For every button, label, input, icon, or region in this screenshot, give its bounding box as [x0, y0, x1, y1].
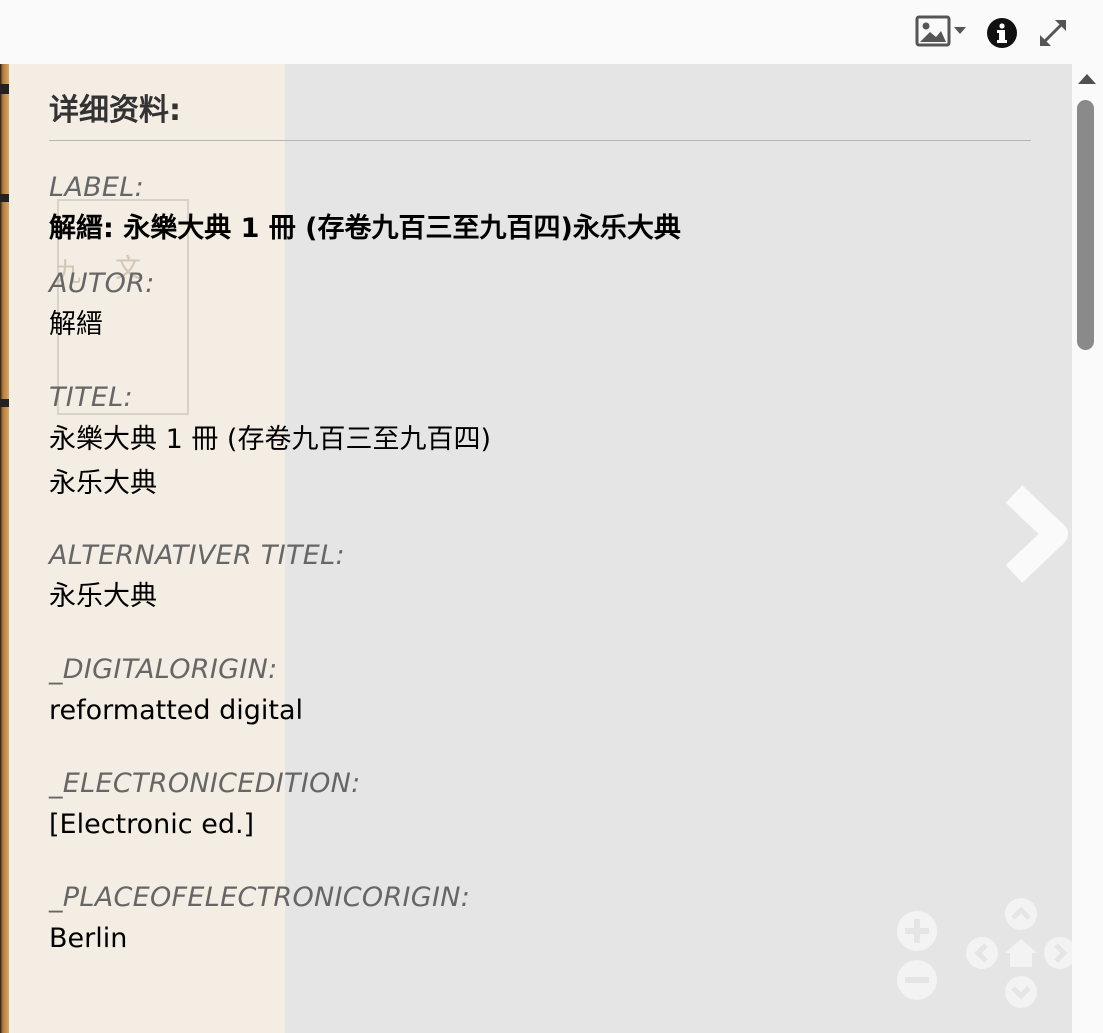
field-value: Berlin: [49, 923, 128, 954]
details-panel: 详细资料: LABEL: 解縉: 永樂大典 1 冊 (存卷九百三至九百四)永乐大…: [49, 64, 1031, 960]
viewer-toolbar: [0, 0, 1103, 64]
field-digital-origin: _DIGITALORIGIN: reformatted digital: [49, 650, 1031, 732]
field-title: TITEL: 永樂大典 1 冊 (存卷九百三至九百四) 永乐大典: [49, 378, 1031, 506]
field-value: 解縉: [49, 309, 103, 340]
field-name: ALTERNATIVER TITEL:: [49, 540, 345, 571]
field-label: LABEL: 解縉: 永樂大典 1 冊 (存卷九百三至九百四)永乐大典: [49, 168, 1031, 250]
field-name: _ELECTRONICEDITION:: [49, 768, 361, 799]
scrollbar-thumb[interactable]: [1077, 100, 1094, 350]
field-value: reformatted digital: [49, 695, 304, 726]
field-name: LABEL:: [49, 172, 145, 203]
field-value: 永乐大典: [49, 468, 157, 499]
field-author: AUTOR: 解縉: [49, 264, 1031, 346]
info-icon[interactable]: [985, 16, 1019, 50]
field-name: _DIGITALORIGIN:: [49, 654, 278, 685]
field-alt-title: ALTERNATIVER TITEL: 永乐大典: [49, 536, 1031, 618]
field-name: TITEL:: [49, 382, 133, 413]
field-value: [Electronic ed.]: [49, 809, 255, 840]
field-place-of-origin: _PLACEOFELECTRONICORIGIN: Berlin: [49, 878, 1031, 960]
field-value: 永乐大典: [49, 581, 157, 612]
fullscreen-icon[interactable]: [1035, 15, 1071, 51]
field-name: AUTOR:: [49, 268, 155, 299]
pan-right-icon[interactable]: [1043, 936, 1072, 974]
field-value: 解縉: 永樂大典 1 冊 (存卷九百三至九百四)永乐大典: [49, 213, 681, 244]
field-electronic-edition: _ELECTRONICEDITION: [Electronic ed.]: [49, 764, 1031, 846]
field-value: 永樂大典 1 冊 (存卷九百三至九百四): [49, 424, 491, 455]
image-icon[interactable]: [914, 14, 974, 50]
pan-down-icon[interactable]: [1004, 975, 1038, 1013]
vertical-scrollbar[interactable]: [1072, 64, 1103, 1033]
scroll-up-icon[interactable]: [1078, 74, 1096, 84]
field-name: _PLACEOFELECTRONICORIGIN:: [49, 882, 471, 913]
zoom-out-icon[interactable]: [896, 959, 938, 1005]
panel-title: 详细资料:: [49, 64, 1031, 141]
book-edge: [0, 64, 9, 1033]
